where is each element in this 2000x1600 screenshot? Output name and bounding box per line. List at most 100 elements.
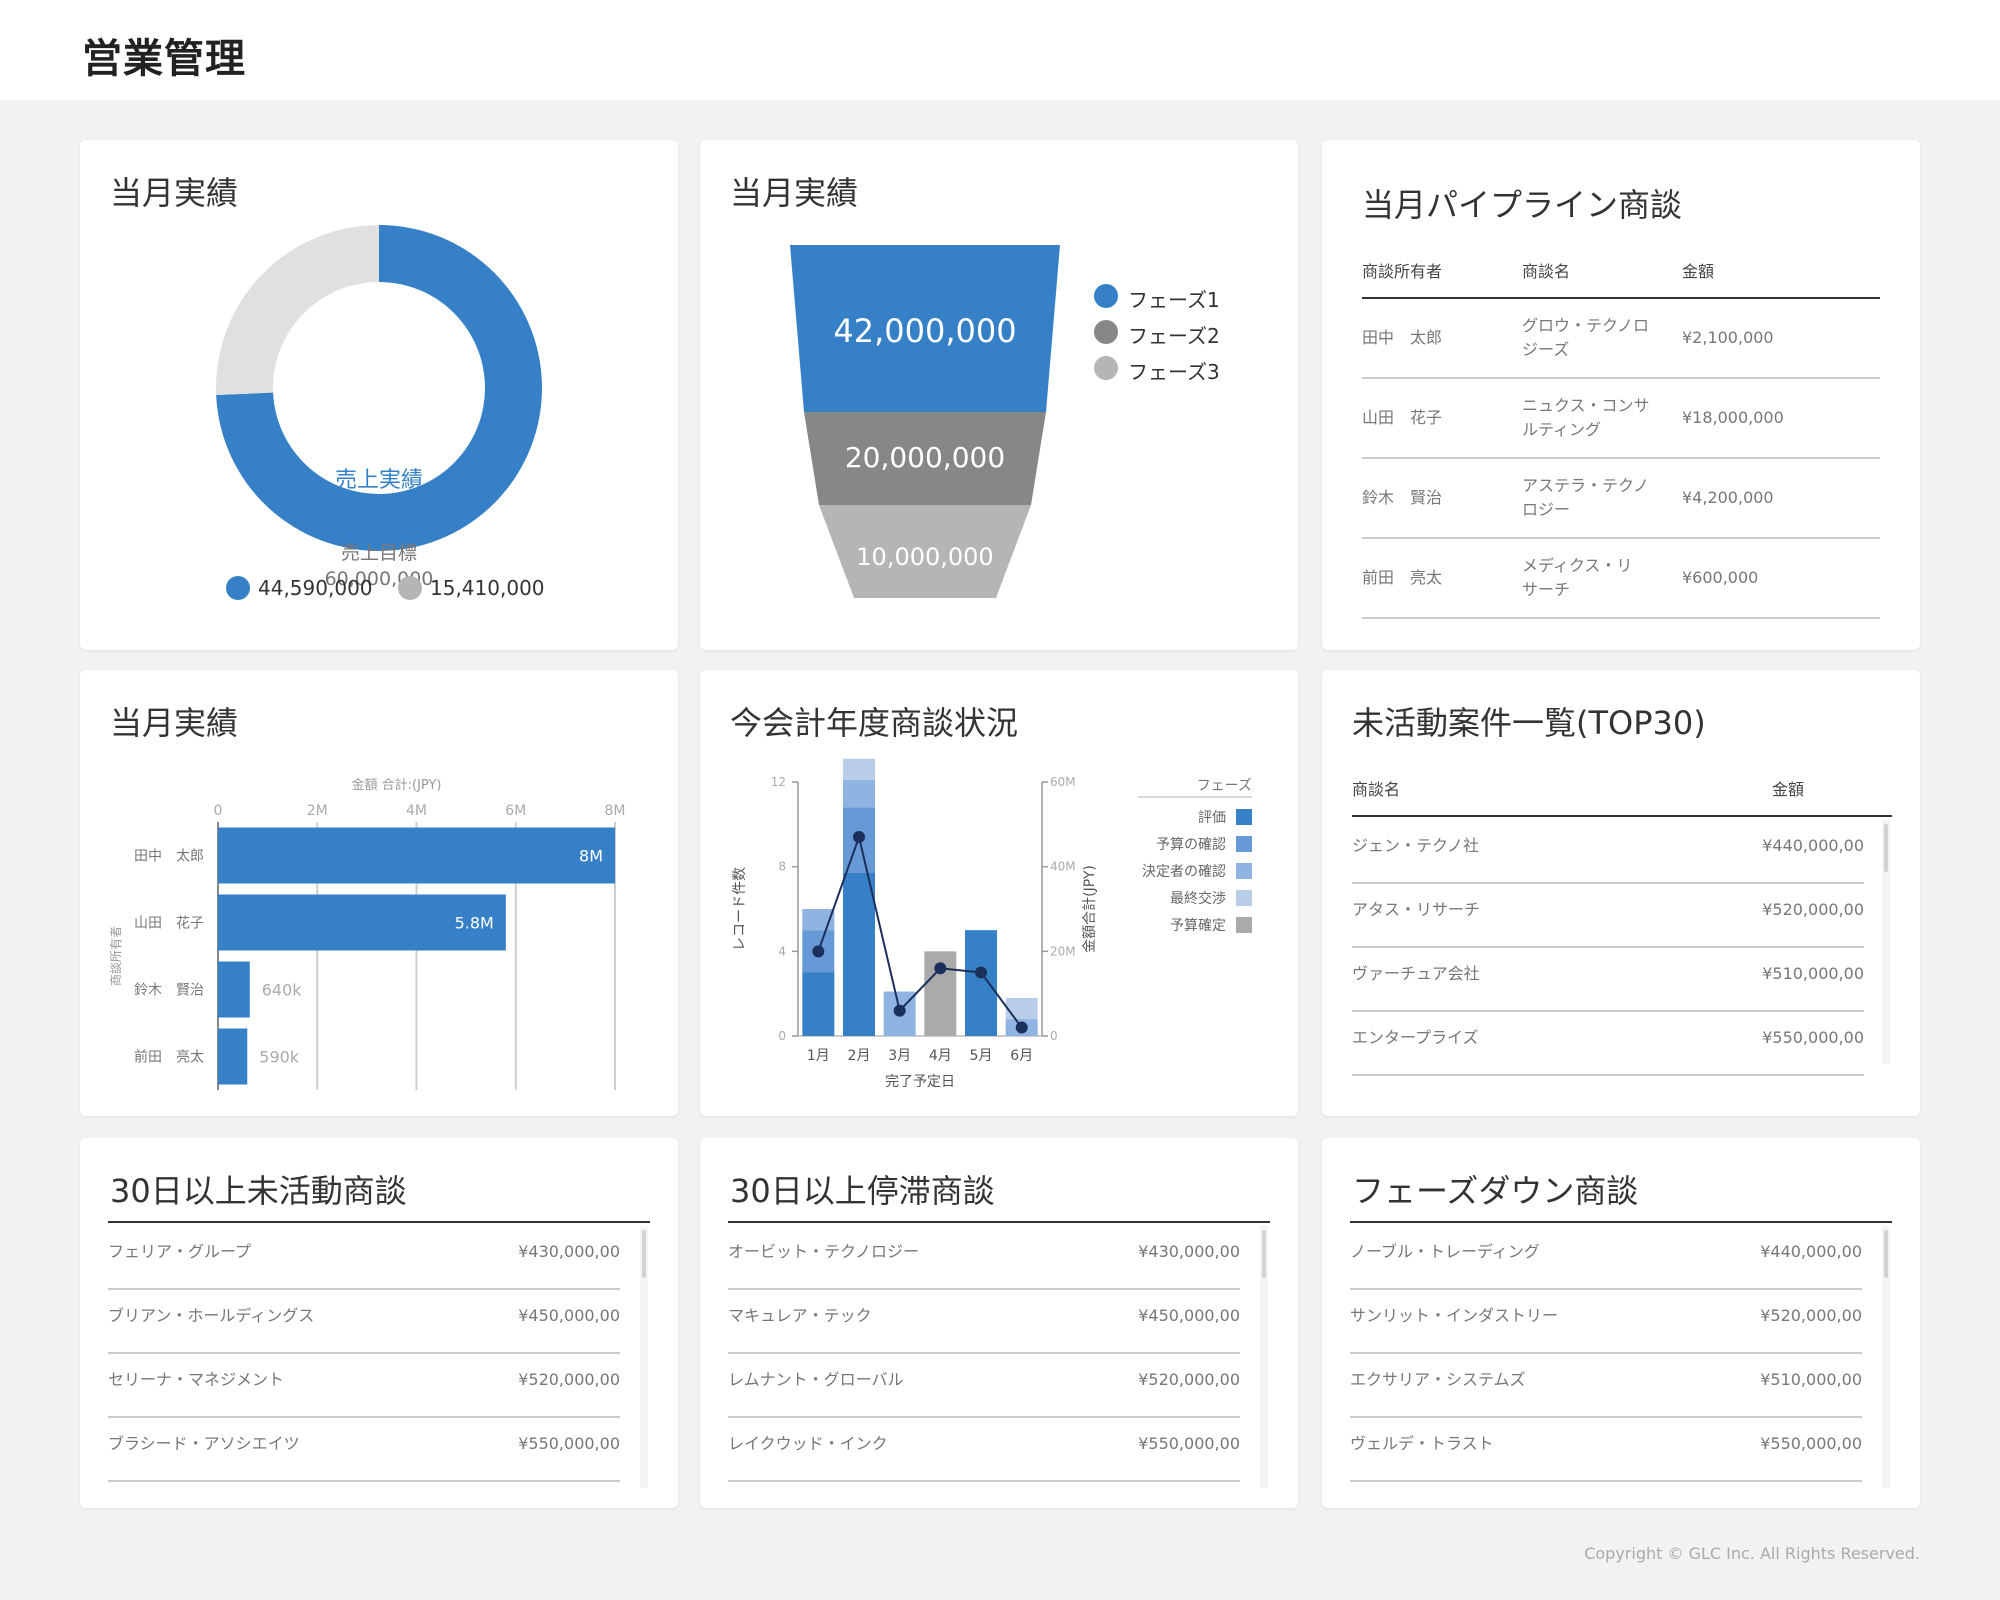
copyright: Copyright © GLC Inc. All Rights Reserved… xyxy=(1584,1544,1920,1563)
deal-name: ブラシード・アソシエイツ xyxy=(108,1434,300,1453)
pipeline-card: 当月パイプライン商談 商談所有者 商談名 金額 田中 太郎 グロウ・テクノロ ジ… xyxy=(1322,140,1920,650)
y2-tick-label: 60M xyxy=(1050,775,1076,789)
deal-name: ヴァーチュア会社 xyxy=(1352,964,1480,983)
line-point[interactable] xyxy=(934,962,947,975)
stacked-bar-segment[interactable] xyxy=(1005,997,1038,1020)
row-divider xyxy=(1352,882,1864,884)
scrollbar-thumb[interactable] xyxy=(642,1230,646,1278)
cell-deal-line2: ジーズ xyxy=(1522,340,1570,359)
legend-label: 最終交渉 xyxy=(1170,890,1226,907)
combo-card: 今会計年度商談状況 0 4 8 12 0 20M 40M 60M 1月 2月 3月 4月 5月 6月 完了予… xyxy=(700,670,1298,1116)
scrollbar[interactable] xyxy=(1260,1226,1268,1488)
x-tick-label: 2月 xyxy=(848,1048,871,1064)
funnel-label-phase1: 42,000,000 xyxy=(833,312,1016,350)
header-divider xyxy=(1350,1221,1892,1223)
row-divider xyxy=(1362,457,1880,459)
legend-swatch xyxy=(1236,917,1252,933)
row-divider xyxy=(108,1288,620,1290)
stacked-bar-segment[interactable] xyxy=(843,873,875,1036)
hbar-card: 当月実績 金額 合計:(JPY) 0 2M 4M 6M 8M 田中 太郎 8M 山田 花子 5.8… xyxy=(80,670,678,1116)
deal-name: エンタープライズ xyxy=(1352,1028,1479,1047)
app-header: 営業管理 xyxy=(0,0,2000,100)
scrollbar[interactable] xyxy=(1882,820,1890,1064)
legend-actual: 44,590,000 xyxy=(258,576,373,600)
deal-amount: ¥550,000,00 xyxy=(1762,1028,1864,1047)
y2-tick-label: 20M xyxy=(1050,944,1076,958)
column-header-owner: 商談所有者 xyxy=(1362,262,1443,281)
y2-tick-label: 40M xyxy=(1050,860,1076,874)
line-point[interactable] xyxy=(812,945,825,958)
scrollbar-thumb[interactable] xyxy=(1262,1230,1266,1278)
row-divider xyxy=(1350,1288,1862,1290)
x-tick-label: 6M xyxy=(505,803,526,819)
deal-name: ヴェルデ・トラスト xyxy=(1350,1434,1494,1453)
card-title: フェーズダウン商談 xyxy=(1352,1172,1639,1210)
deal-name: ノーブル・トレーディング xyxy=(1350,1242,1540,1261)
scrollbar-thumb[interactable] xyxy=(1884,1230,1888,1278)
deal-name: ジェン・テクノ社 xyxy=(1352,836,1480,855)
legend-swatch xyxy=(1236,863,1252,879)
legend-label: 決定者の確認 xyxy=(1142,864,1226,880)
card-title: 当月パイプライン商談 xyxy=(1362,186,1683,224)
deal-amount: ¥550,000,00 xyxy=(518,1434,620,1453)
y-tick-label: 田中 太郎 xyxy=(134,849,204,865)
row-divider xyxy=(1352,1010,1864,1012)
deal-name: アタス・リサーチ xyxy=(1352,900,1481,919)
column-header-amount: 金額 xyxy=(1682,262,1715,281)
data-label: 590k xyxy=(259,1048,300,1067)
row-divider xyxy=(728,1480,1240,1482)
y-tick-label: 0 xyxy=(778,1029,786,1043)
x-tick-label: 2M xyxy=(307,803,328,819)
deal-amount: ¥440,000,00 xyxy=(1760,1242,1862,1261)
row-divider xyxy=(1362,377,1880,379)
x-tick-label: 1月 xyxy=(807,1048,830,1064)
stacked-bar-segment[interactable] xyxy=(843,779,875,808)
deal-amount: ¥450,000,00 xyxy=(518,1306,620,1325)
stacked-bar-segment[interactable] xyxy=(965,930,997,1036)
legend-swatch xyxy=(1236,836,1252,852)
stacked-bar-segment[interactable] xyxy=(843,758,875,780)
line-point[interactable] xyxy=(1015,1021,1028,1034)
deal-amount: ¥550,000,00 xyxy=(1138,1434,1240,1453)
legend-dot-phase2 xyxy=(1094,320,1118,344)
y-tick-label: 前田 亮太 xyxy=(134,1049,204,1066)
column-header-deal: 商談名 xyxy=(1522,262,1571,281)
inactive30-card: 30日以上未活動商談 フェリア・グループ ¥430,000,00 ブリアン・ホールデ… xyxy=(80,1138,678,1508)
deal-name: ブリアン・ホールディングス xyxy=(108,1306,315,1325)
scrollbar[interactable] xyxy=(640,1226,648,1488)
bar[interactable] xyxy=(218,827,615,884)
cell-deal-line2: サーチ xyxy=(1522,580,1571,599)
deal-amount: ¥520,000,00 xyxy=(1138,1370,1240,1389)
line-point[interactable] xyxy=(853,831,865,844)
donut-target-value: 60,000,000 xyxy=(324,568,434,590)
cell-owner: 田中 太郎 xyxy=(1362,328,1443,347)
x-tick-label: 6月 xyxy=(1010,1048,1033,1064)
cell-owner: 前田 亮太 xyxy=(1362,568,1443,587)
cell-amount: ¥18,000,000 xyxy=(1682,408,1784,427)
bar[interactable] xyxy=(218,961,250,1018)
bar[interactable] xyxy=(218,1028,248,1085)
line-point[interactable] xyxy=(893,1004,906,1017)
row-divider xyxy=(108,1480,620,1482)
scrollbar-thumb[interactable] xyxy=(1884,824,1888,872)
funnel-chart: 42,000,000 20,000,000 10,000,000 xyxy=(790,245,1060,598)
cell-amount: ¥2,100,000 xyxy=(1682,328,1774,347)
line-point[interactable] xyxy=(975,966,987,979)
cell-owner: 山田 花子 xyxy=(1362,408,1443,427)
row-divider xyxy=(728,1352,1240,1354)
scrollbar[interactable] xyxy=(1882,1226,1890,1488)
deal-name: レムナント・グローバル xyxy=(728,1370,904,1389)
deal-amount: ¥550,000,00 xyxy=(1760,1434,1862,1453)
x-tick-label: 3月 xyxy=(888,1048,911,1064)
funnel-label-phase2: 20,000,000 xyxy=(845,441,1005,474)
cell-owner: 鈴木 賢治 xyxy=(1362,488,1443,507)
x-tick-label: 0 xyxy=(214,803,223,819)
deal-amount: ¥520,000,00 xyxy=(1760,1306,1862,1325)
card-title: 30日以上未活動商談 xyxy=(110,1172,407,1210)
x-tick-label: 5月 xyxy=(970,1048,993,1064)
row-divider xyxy=(1362,617,1880,619)
stacked-bar-segment[interactable] xyxy=(802,972,835,1037)
inactive-top30-card: 未活動案件一覧(TOP30) 商談名 金額 ジェン・テクノ社 ¥440,000,0… xyxy=(1322,670,1920,1116)
x-tick-label: 4月 xyxy=(929,1048,952,1064)
header-divider xyxy=(1362,297,1880,299)
